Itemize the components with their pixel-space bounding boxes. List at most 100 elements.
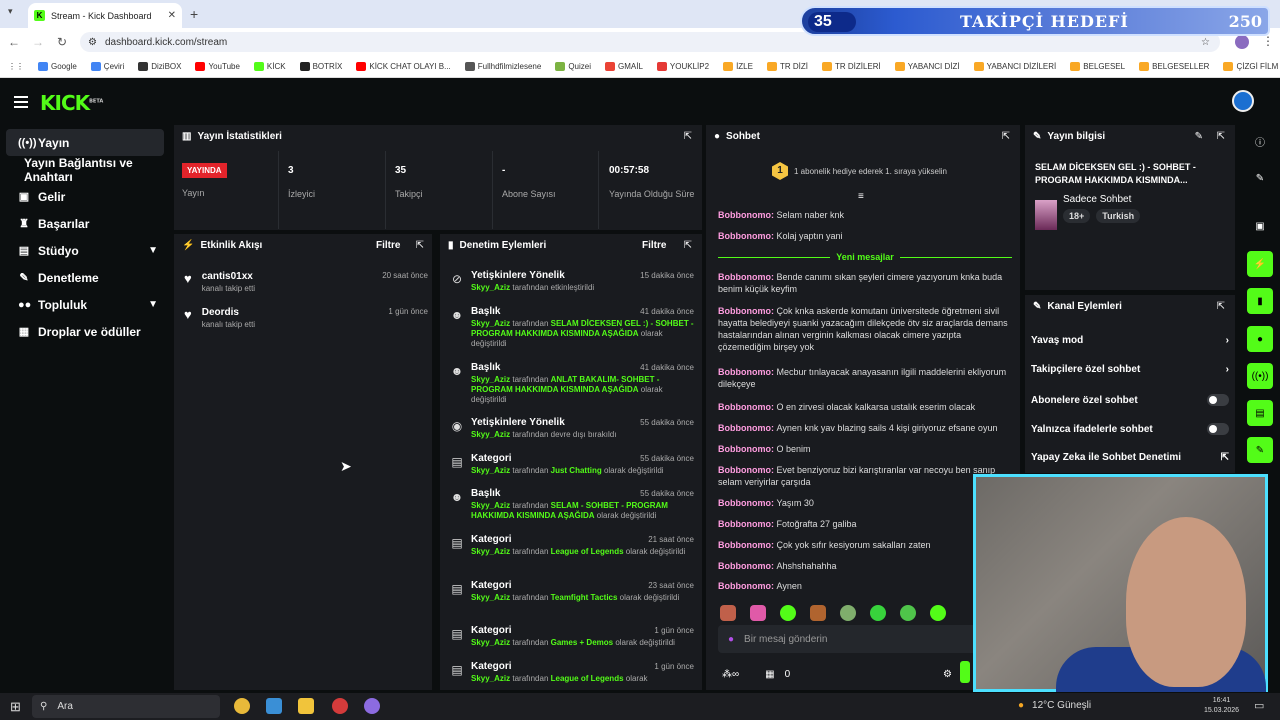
channel-points-icon[interactable]: ⁂∞ <box>722 669 739 680</box>
mod-user[interactable]: Skyy_Aziz <box>471 674 510 683</box>
pinned-collapse-icon[interactable]: ≡ <box>858 191 864 202</box>
emote-only-toggle[interactable] <box>1207 423 1229 435</box>
mod-user[interactable]: Skyy_Aziz <box>471 638 510 647</box>
mod-user[interactable]: Skyy_Aziz <box>471 375 510 384</box>
gift-icon[interactable]: ▦ <box>765 669 774 680</box>
taskbar-clock[interactable]: 16:41 15.03.2026 <box>1204 696 1239 716</box>
sidebar-item-stream[interactable]: ((•)) Yayın <box>6 129 164 156</box>
forward-icon[interactable]: → <box>28 35 48 49</box>
send-button[interactable] <box>960 661 970 683</box>
chrome-icon[interactable] <box>234 698 250 714</box>
media-icon[interactable] <box>298 698 314 714</box>
capture-icon[interactable]: ▣ <box>1247 213 1273 239</box>
tab-close-icon[interactable]: ✕ <box>168 10 176 21</box>
chat-username[interactable]: Bobbonomo <box>718 231 771 241</box>
mod-user[interactable]: Skyy_Aziz <box>471 501 510 510</box>
info-icon[interactable]: ⓘ <box>1247 128 1273 154</box>
chat-username[interactable]: Bobbonomo <box>718 402 771 412</box>
edit-icon[interactable]: ✎ <box>1195 131 1203 142</box>
followers-only-row[interactable]: Takipçilere özel sohbet › <box>1031 364 1229 375</box>
chat-icon[interactable]: ● <box>1247 326 1273 352</box>
chat-username[interactable]: Bobbonomo <box>718 423 771 433</box>
filter-button[interactable]: Filtre <box>376 240 400 251</box>
mod-user[interactable]: Skyy_Aziz <box>471 466 510 475</box>
bookmark-item[interactable]: GMAİL <box>605 62 643 71</box>
expand-icon[interactable]: ⇱ <box>1217 301 1225 312</box>
sidebar-item-studio[interactable]: ▤ Stüdyo ▼ <box>6 237 164 264</box>
bookmark-item[interactable]: Google <box>38 62 77 71</box>
bolt-icon[interactable]: ⚡ <box>1247 251 1273 277</box>
mic-icon[interactable]: ● <box>728 634 734 645</box>
chat-username[interactable]: Bobbonomo <box>718 540 771 550</box>
bookmark-item[interactable]: ÇİZGİ FİLM <box>1223 62 1278 71</box>
app-icon[interactable] <box>364 698 380 714</box>
bookmark-item[interactable]: YouTube <box>195 62 240 71</box>
chat-username[interactable]: Bobbonomo <box>718 581 771 591</box>
chat-username[interactable]: Bobbonomo <box>718 367 771 377</box>
studio-icon[interactable]: ▤ <box>1247 400 1273 426</box>
emote-icon[interactable] <box>720 605 736 621</box>
chat-username[interactable]: Bobbonomo <box>718 444 771 454</box>
sidebar-item-community[interactable]: ●● Topluluk ▼ <box>6 291 164 318</box>
doc-icon[interactable]: ▮ <box>1247 288 1273 314</box>
sidebar-item-drops[interactable]: ▦ Droplar ve ödüller <box>6 318 164 345</box>
mod-user[interactable]: Skyy_Aziz <box>471 430 510 439</box>
mod-user[interactable]: Skyy_Aziz <box>471 283 510 292</box>
browser-tab[interactable]: K Stream - Kick Dashboard ✕ <box>28 3 182 28</box>
kick-logo[interactable]: KICKBETA <box>40 91 103 115</box>
ai-moderation-row[interactable]: Yapay Zeka ile Sohbet Denetimi ⇱ <box>1031 452 1229 463</box>
chat-username[interactable]: Bobbonomo <box>718 561 771 571</box>
mod-user[interactable]: Skyy_Aziz <box>471 319 510 328</box>
bookmark-item[interactable]: İZLE <box>723 62 753 71</box>
obs-icon[interactable] <box>332 698 348 714</box>
expand-icon[interactable]: ⇱ <box>1002 131 1010 142</box>
expand-icon[interactable]: ⇱ <box>1217 131 1225 142</box>
pencil-icon[interactable]: ✎ <box>1247 165 1273 191</box>
chat-username[interactable]: Bobbonomo <box>718 272 771 282</box>
profile-avatar[interactable] <box>1235 35 1249 49</box>
bookmark-item[interactable]: YABANCI DİZİLERİ <box>973 62 1056 71</box>
category-name[interactable]: Sadece Sohbet <box>1063 194 1131 205</box>
bookmark-item[interactable]: KİCK CHAT OLAYI B... <box>356 62 451 71</box>
new-tab-icon[interactable]: + <box>190 6 198 22</box>
explorer-icon[interactable] <box>266 698 282 714</box>
chat-settings-icon[interactable]: ⚙ <box>943 669 952 680</box>
mod-user[interactable]: Skyy_Aziz <box>471 547 510 556</box>
gift-leaderboard-notice[interactable]: 1 1 abonelik hediye ederek 1. sıraya yüks… <box>772 162 947 180</box>
expand-icon[interactable]: ⇱ <box>684 131 692 142</box>
bookmark-item[interactable]: YABANCI DİZİ <box>894 62 960 71</box>
windows-start-icon[interactable]: ⊞ <box>10 699 21 715</box>
site-info-icon[interactable]: ⚙ <box>88 37 97 48</box>
weather-widget[interactable]: ● 12°C Güneşli <box>1018 700 1091 711</box>
notifications-icon[interactable]: ▭ <box>1254 699 1264 712</box>
sidebar-item-moderation[interactable]: ✎ Denetleme <box>6 264 164 291</box>
wrench-icon[interactable]: ✎ <box>1247 437 1273 463</box>
chat-username[interactable]: Bobbonomo <box>718 519 771 529</box>
bookmark-item[interactable]: KİCK <box>253 62 286 71</box>
chat-input[interactable]: ● Bir mesaj gönderin <box>718 625 978 653</box>
chat-username[interactable]: Bobbonomo <box>718 498 771 508</box>
sidebar-item-achievements[interactable]: ♜ Başarılar <box>6 210 164 237</box>
subs-only-toggle[interactable] <box>1207 394 1229 406</box>
bookmark-item[interactable]: BELGESEL <box>1070 62 1125 71</box>
live-icon[interactable]: ((•)) <box>1247 363 1273 389</box>
reload-icon[interactable]: ↻ <box>52 35 72 49</box>
expand-icon[interactable]: ⇱ <box>684 240 692 251</box>
emote-icon[interactable] <box>900 605 916 621</box>
emote-icon[interactable] <box>750 605 766 621</box>
emote-icon[interactable] <box>840 605 856 621</box>
user-avatar[interactable] <box>1232 90 1254 112</box>
sidebar-item-revenue[interactable]: ▣ Gelir <box>6 183 164 210</box>
bookmark-item[interactable]: BOTRİX <box>299 62 342 71</box>
filter-button[interactable]: Filtre <box>642 240 666 251</box>
bookmark-item[interactable]: Fullhdfilmizlesene <box>464 62 541 71</box>
bookmark-item[interactable]: TR DİZİ <box>766 62 808 71</box>
sidebar-item-stream-key[interactable]: Yayın Bağlantısı ve Anahtarı <box>6 156 164 184</box>
bookmark-item[interactable]: Çeviri <box>90 62 124 71</box>
bookmark-item[interactable]: Quizei <box>555 62 591 71</box>
chat-username[interactable]: Bobbonomo <box>718 465 771 475</box>
browser-menu-icon[interactable]: ⋮ <box>1262 34 1274 48</box>
expand-icon[interactable]: ⇱ <box>416 240 424 251</box>
slow-mode-row[interactable]: Yavaş mod › <box>1031 335 1229 346</box>
bookmark-star-icon[interactable]: ☆ <box>1201 37 1210 48</box>
